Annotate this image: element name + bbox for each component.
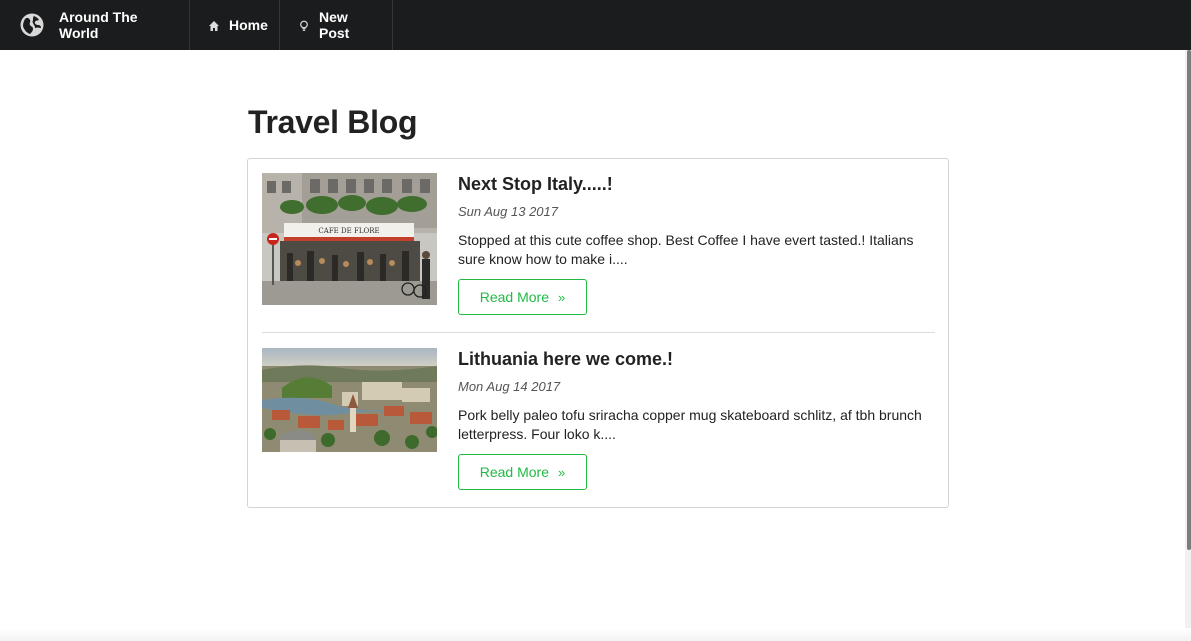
post-thumbnail: CAFE DE FLORE bbox=[262, 173, 437, 305]
post-date: Sun Aug 13 2017 bbox=[458, 204, 558, 219]
post-thumbnail bbox=[262, 348, 437, 452]
post-list: CAFE DE FLORE Next Stop Italy.....! Sun … bbox=[247, 158, 949, 508]
read-more-button[interactable]: Read More » bbox=[458, 279, 587, 315]
post-excerpt: Stopped at this cute coffee shop. Best C… bbox=[458, 232, 914, 267]
nav-item-home[interactable]: Home bbox=[190, 0, 280, 50]
post-date: Mon Aug 14 2017 bbox=[458, 379, 561, 394]
cafe-photo: CAFE DE FLORE bbox=[262, 173, 437, 305]
nav-home-label: Home bbox=[229, 17, 268, 33]
double-chevron-right-icon: » bbox=[558, 289, 566, 305]
nav-item-new-post[interactable]: New Post bbox=[280, 0, 393, 50]
post-content: Lithuania here we come.! Mon Aug 14 2017… bbox=[458, 348, 935, 490]
list-item: CAFE DE FLORE Next Stop Italy.....! Sun … bbox=[262, 173, 935, 333]
brand-link[interactable]: Around The World bbox=[0, 0, 190, 50]
post-title[interactable]: Lithuania here we come.! bbox=[458, 348, 935, 370]
page-title: Travel Blog bbox=[248, 104, 418, 140]
post-title[interactable]: Next Stop Italy.....! bbox=[458, 173, 935, 195]
list-item: Lithuania here we come.! Mon Aug 14 2017… bbox=[262, 348, 935, 493]
globe-icon bbox=[20, 13, 44, 37]
top-navbar: Around The World Home New Post bbox=[0, 0, 1191, 50]
city-aerial-photo bbox=[262, 348, 437, 452]
scrollbar-thumb[interactable] bbox=[1187, 50, 1191, 550]
bottom-edge bbox=[0, 628, 1191, 641]
brand-label: Around The World bbox=[59, 9, 138, 41]
read-more-label: Read More bbox=[479, 464, 550, 480]
read-more-button[interactable]: Read More » bbox=[458, 454, 587, 490]
cafe-sign: CAFE DE FLORE bbox=[318, 227, 379, 235]
nav-new-post-label: New Post bbox=[319, 9, 350, 41]
lightbulb-icon bbox=[298, 19, 310, 31]
double-chevron-right-icon: » bbox=[558, 464, 566, 480]
home-icon bbox=[208, 19, 220, 31]
read-more-label: Read More bbox=[479, 289, 550, 305]
post-excerpt: Pork belly paleo tofu sriracha copper mu… bbox=[458, 407, 922, 442]
post-content: Next Stop Italy.....! Sun Aug 13 2017 St… bbox=[458, 173, 935, 315]
